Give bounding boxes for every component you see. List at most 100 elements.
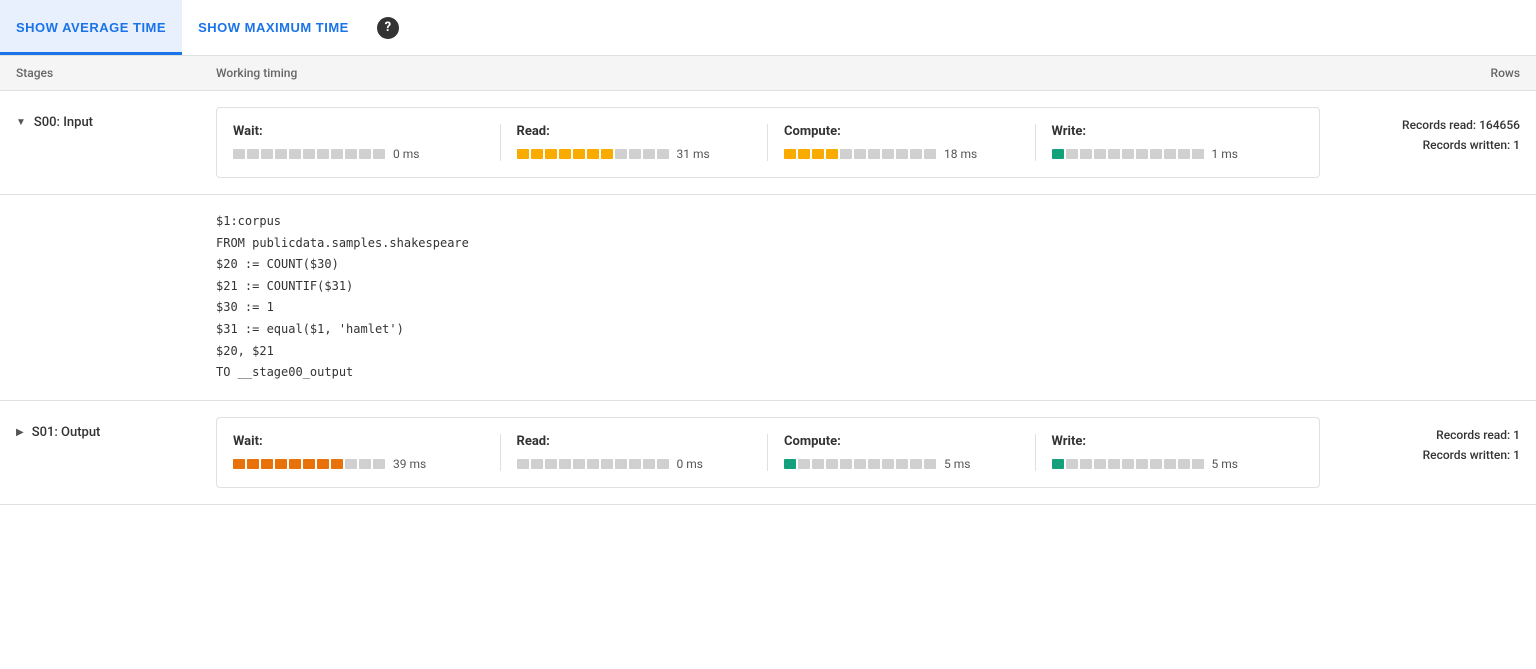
bar-seg (812, 459, 824, 469)
timing-read-s01: Read: 0 ms (501, 434, 769, 471)
stage-s01-label[interactable]: ▶ S01: Output (16, 417, 216, 440)
col-working-timing: Working timing (216, 66, 1320, 80)
chevron-s01[interactable]: ▶ (16, 427, 24, 438)
bar-seg (317, 459, 329, 469)
bar-seg (854, 149, 866, 159)
stage-s01-timing-box: Wait: 39 ms (216, 417, 1320, 488)
timing-wait-s00: Wait: 0 ms (233, 124, 501, 161)
code-line-6: $31 := equal($1, 'hamlet') (216, 319, 1520, 341)
timing-write-s01: Write: 5 ms (1036, 434, 1304, 471)
bar-seg (531, 459, 543, 469)
bar-seg (331, 459, 343, 469)
records-read-s01: Records read: 1 (1320, 425, 1520, 445)
records-read-s00: Records read: 164656 (1320, 115, 1520, 135)
bar-seg (1066, 459, 1078, 469)
code-section-s00: $1:corpus FROM publicdata.samples.shakes… (0, 195, 1536, 401)
col-rows: Rows (1320, 66, 1520, 80)
bar-seg (1052, 149, 1064, 159)
bar-seg (545, 459, 557, 469)
bar-seg (1192, 149, 1204, 159)
bar-seg (1178, 149, 1190, 159)
bar-seg (247, 149, 259, 159)
bar-seg (784, 459, 796, 469)
bar-seg (559, 149, 571, 159)
bar-seg (1108, 459, 1120, 469)
bar-seg (601, 459, 613, 469)
bar-seg (559, 459, 571, 469)
bar-seg (657, 149, 669, 159)
bar-seg (303, 459, 315, 469)
bar-seg (1178, 459, 1190, 469)
bar-track-write-s00 (1052, 149, 1204, 159)
timing-wait-label-s00: Wait: (233, 124, 484, 139)
bar-value-write-s00: 1 ms (1212, 147, 1242, 161)
timing-compute-label-s00: Compute: (784, 124, 1019, 139)
bar-seg (345, 459, 357, 469)
bar-seg (601, 149, 613, 159)
bar-seg (1052, 459, 1064, 469)
bar-seg (1192, 459, 1204, 469)
bar-seg (587, 459, 599, 469)
stage-s01-name: S01: Output (32, 425, 101, 440)
timing-wait-s01: Wait: 39 ms (233, 434, 501, 471)
bar-seg (924, 149, 936, 159)
bar-seg (373, 149, 385, 159)
code-line-4: $21 := COUNTIF($31) (216, 276, 1520, 298)
stage-s01-row: ▶ S01: Output Wait: (0, 401, 1536, 505)
bar-seg (629, 149, 641, 159)
bar-seg (531, 149, 543, 159)
bar-seg (1108, 149, 1120, 159)
bar-seg (840, 459, 852, 469)
bar-seg (1094, 459, 1106, 469)
bar-seg (233, 149, 245, 159)
tab-show-maximum-time[interactable]: SHOW MAXIMUM TIME (182, 0, 365, 55)
bar-seg (1136, 459, 1148, 469)
code-line-8: TO __stage00_output (216, 362, 1520, 384)
bar-seg (840, 149, 852, 159)
stage-s00-label[interactable]: ▼ S00: Input (16, 107, 216, 130)
bar-seg (615, 459, 627, 469)
bar-value-compute-s00: 18 ms (944, 147, 977, 161)
bar-value-compute-s01: 5 ms (944, 457, 974, 471)
bar-seg (1080, 459, 1092, 469)
bar-seg (317, 149, 329, 159)
timing-write-label-s01: Write: (1052, 434, 1304, 449)
bar-seg (1122, 149, 1134, 159)
tab-show-average-time[interactable]: SHOW AVERAGE TIME (0, 0, 182, 55)
bar-seg (882, 459, 894, 469)
bar-seg (798, 459, 810, 469)
bar-seg (517, 459, 529, 469)
records-written-s00: Records written: 1 (1320, 135, 1520, 155)
bar-seg (910, 149, 922, 159)
chevron-s00[interactable]: ▼ (16, 117, 26, 128)
bar-seg (868, 149, 880, 159)
bar-seg (545, 149, 557, 159)
bar-seg (1150, 459, 1162, 469)
bar-seg (826, 459, 838, 469)
records-written-s01: Records written: 1 (1320, 445, 1520, 465)
column-headers: Stages Working timing Rows (0, 56, 1536, 91)
bar-track-compute-s00 (784, 149, 936, 159)
bar-seg (896, 149, 908, 159)
bar-seg (345, 149, 357, 159)
timing-read-s00: Read: 31 ms (501, 124, 769, 161)
stage-s00-rows: Records read: 164656 Records written: 1 (1320, 107, 1520, 156)
stage-s01-rows: Records read: 1 Records written: 1 (1320, 417, 1520, 466)
bar-seg (373, 459, 385, 469)
bar-seg (261, 459, 273, 469)
bar-seg (784, 149, 796, 159)
bar-seg (798, 149, 810, 159)
stage-s00-row: ▼ S00: Input Wait: (0, 91, 1536, 195)
bar-seg (1094, 149, 1106, 159)
code-line-7: $20, $21 (216, 341, 1520, 363)
code-line-1: $1:corpus (216, 211, 1520, 233)
bar-track-compute-s01 (784, 459, 936, 469)
bar-seg (910, 459, 922, 469)
bar-seg (303, 149, 315, 159)
bar-value-wait-s00: 0 ms (393, 147, 423, 161)
bar-seg (573, 459, 585, 469)
bar-seg (657, 459, 669, 469)
bar-seg (643, 459, 655, 469)
timing-read-label-s01: Read: (517, 434, 752, 449)
help-icon[interactable]: ? (377, 17, 399, 39)
